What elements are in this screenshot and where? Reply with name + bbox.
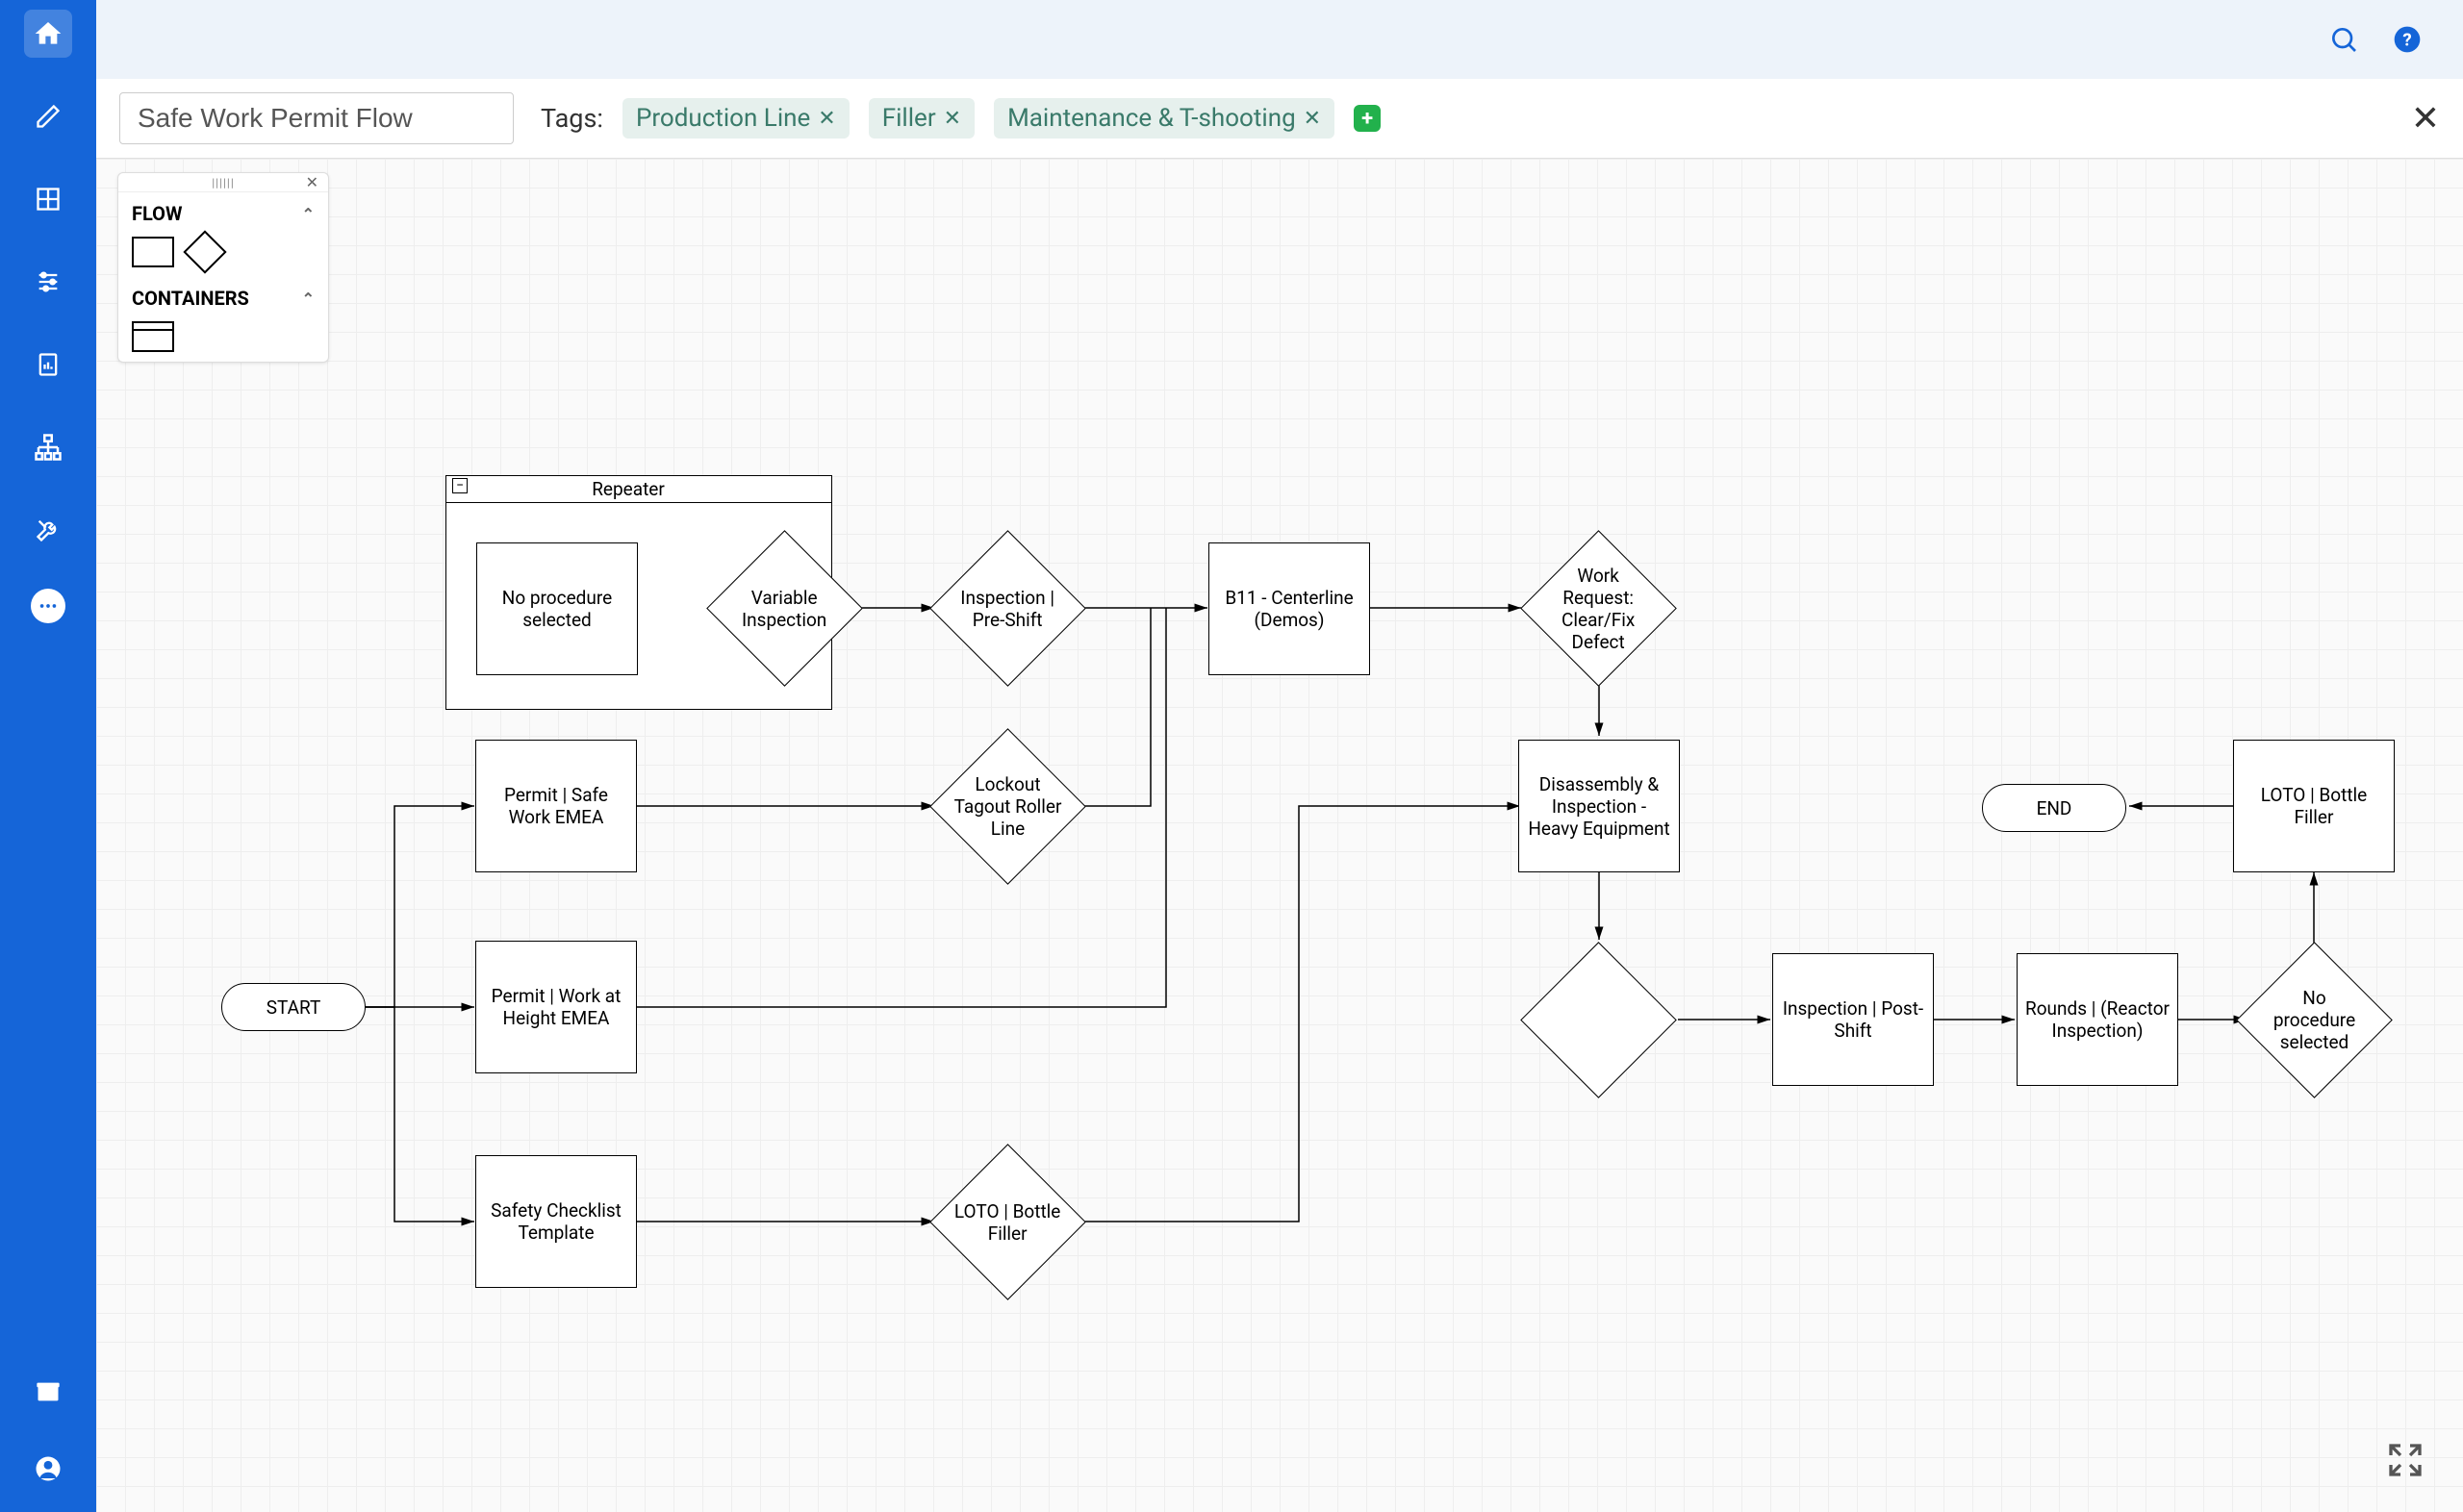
- tag-filler[interactable]: Filler ✕: [869, 98, 975, 139]
- node-label: LOTO | Bottle Filler: [953, 1200, 1062, 1245]
- node-b11-centerline[interactable]: B11 - Centerline (Demos): [1208, 542, 1370, 675]
- node-start[interactable]: START: [221, 983, 366, 1031]
- canvas[interactable]: |||||| ✕ FLOW ⌃ CONTAINERS: [96, 159, 2463, 1512]
- node-inspection-postshift[interactable]: Inspection | Post-Shift: [1772, 953, 1934, 1086]
- shapes-panel[interactable]: |||||| ✕ FLOW ⌃ CONTAINERS: [117, 172, 329, 363]
- node-inspection-preshift[interactable]: Inspection | Pre-Shift: [929, 530, 1086, 687]
- node-label: Lockout Tagout Roller Line: [953, 773, 1062, 840]
- tags-label: Tags:: [541, 103, 603, 134]
- sliders-icon[interactable]: [24, 258, 72, 306]
- node-label: START: [267, 996, 321, 1019]
- close-icon[interactable]: ✕: [2411, 98, 2440, 139]
- chevron-up-icon: ⌃: [302, 290, 315, 308]
- node-loto-bottle[interactable]: LOTO | Bottle Filler: [929, 1144, 1086, 1300]
- node-no-procedure-2[interactable]: No procedure selected: [2236, 942, 2393, 1098]
- node-label: No procedure selected: [483, 587, 631, 631]
- flow-section-header[interactable]: FLOW ⌃: [132, 202, 315, 225]
- org-icon[interactable]: [24, 423, 72, 471]
- flow-section-label: FLOW: [132, 202, 182, 225]
- tag-label: Production Line: [636, 104, 810, 133]
- fit-view-button[interactable]: [2386, 1441, 2425, 1483]
- add-tag-button[interactable]: +: [1354, 105, 1381, 132]
- containers-section-header[interactable]: CONTAINERS ⌃: [132, 287, 315, 310]
- close-icon[interactable]: ✕: [1304, 107, 1321, 131]
- node-label: Variable Inspection: [730, 587, 839, 631]
- node-label: No procedure selected: [2260, 987, 2369, 1053]
- tag-label: Filler: [882, 104, 936, 133]
- topbar: ?: [96, 0, 2463, 79]
- node-label: END: [2037, 797, 2072, 819]
- close-icon[interactable]: ✕: [818, 107, 835, 131]
- node-label: LOTO | Bottle Filler: [2240, 784, 2388, 828]
- panel-handle[interactable]: |||||| ✕: [118, 173, 328, 192]
- container-title: − Repeater: [446, 476, 831, 503]
- help-icon[interactable]: ?: [2390, 22, 2425, 57]
- node-label: Permit | Work at Height EMEA: [482, 985, 630, 1029]
- user-icon[interactable]: [24, 1445, 72, 1493]
- close-icon[interactable]: ✕: [944, 107, 961, 131]
- edit-icon[interactable]: [24, 92, 72, 140]
- node-permit-height[interactable]: Permit | Work at Height EMEA: [475, 941, 637, 1073]
- node-loto-bottle-2[interactable]: LOTO | Bottle Filler: [2233, 740, 2395, 872]
- node-label: Rounds | (Reactor Inspection): [2023, 997, 2171, 1042]
- tag-production-line[interactable]: Production Line ✕: [622, 98, 850, 139]
- node-lockout-tagout-roller[interactable]: Lockout Tagout Roller Line: [929, 728, 1086, 885]
- container-shape-tool[interactable]: [132, 321, 174, 352]
- containers-section-label: CONTAINERS: [132, 287, 249, 310]
- node-empty-decision[interactable]: [1520, 942, 1677, 1098]
- node-no-procedure-1[interactable]: No procedure selected: [476, 542, 638, 675]
- tag-maintenance[interactable]: Maintenance & T-shooting ✕: [994, 98, 1334, 139]
- svg-text:?: ?: [2402, 30, 2411, 51]
- tag-label: Maintenance & T-shooting: [1007, 104, 1296, 133]
- node-safety-checklist[interactable]: Safety Checklist Template: [475, 1155, 637, 1288]
- tools-icon[interactable]: [24, 506, 72, 554]
- more-icon[interactable]: [31, 589, 65, 623]
- container-title-text: Repeater: [592, 478, 665, 500]
- search-icon[interactable]: [2326, 22, 2361, 57]
- grip-icon: ||||||: [212, 176, 235, 189]
- flow-title-input[interactable]: [119, 92, 514, 144]
- node-label: Safety Checklist Template: [482, 1199, 630, 1244]
- node-label: Inspection | Pre-Shift: [953, 587, 1062, 631]
- archive-icon[interactable]: [24, 1368, 72, 1416]
- node-rounds-reactor[interactable]: Rounds | (Reactor Inspection): [2017, 953, 2178, 1086]
- collapse-icon[interactable]: −: [452, 478, 468, 493]
- close-icon[interactable]: ✕: [306, 173, 318, 191]
- home-icon[interactable]: [24, 10, 72, 58]
- node-label: Inspection | Post-Shift: [1779, 997, 1927, 1042]
- node-work-request[interactable]: Work Request: Clear/Fix Defect: [1520, 530, 1677, 687]
- header: Tags: Production Line ✕ Filler ✕ Maintenan…: [96, 79, 2463, 159]
- node-disassembly-inspection[interactable]: Disassembly & Inspection - Heavy Equipme…: [1518, 740, 1680, 872]
- grid-icon[interactable]: [24, 175, 72, 223]
- node-permit-safework[interactable]: Permit | Safe Work EMEA: [475, 740, 637, 872]
- node-label: Work Request: Clear/Fix Defect: [1544, 565, 1653, 653]
- node-label: Permit | Safe Work EMEA: [482, 784, 630, 828]
- chevron-up-icon: ⌃: [302, 205, 315, 223]
- node-label: Disassembly & Inspection - Heavy Equipme…: [1525, 773, 1673, 840]
- flow-edges: [96, 159, 2463, 1512]
- file-chart-icon[interactable]: [24, 340, 72, 389]
- diamond-shape-tool[interactable]: [183, 230, 226, 273]
- node-label: B11 - Centerline (Demos): [1215, 587, 1363, 631]
- sidebar: [0, 0, 96, 1512]
- node-end[interactable]: END: [1982, 784, 2126, 832]
- rect-shape-tool[interactable]: [132, 237, 174, 267]
